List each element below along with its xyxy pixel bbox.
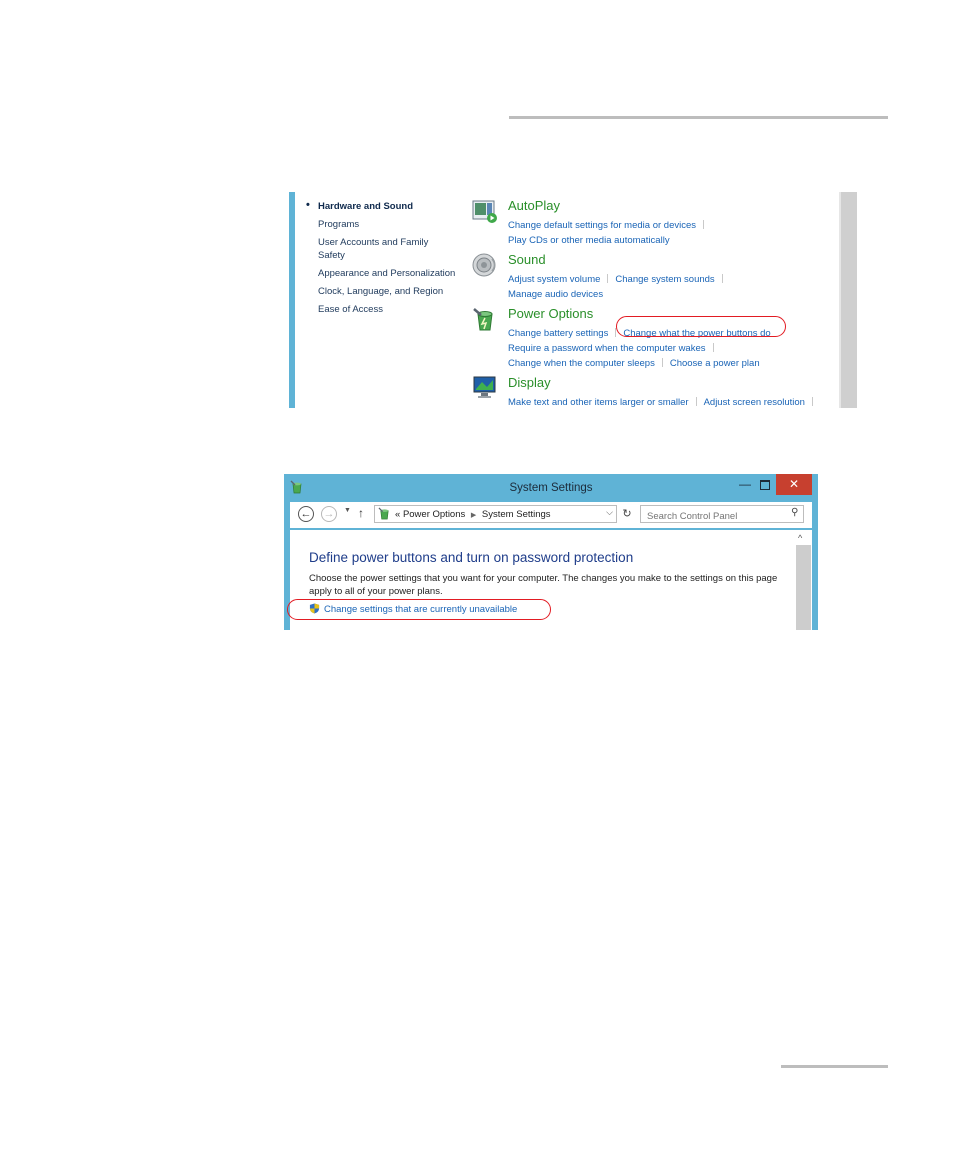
nav-item-appearance[interactable]: Appearance and Personalization: [318, 267, 457, 280]
link-change-battery-settings[interactable]: Change battery settings: [508, 328, 608, 339]
page-description: Choose the power settings that you want …: [309, 573, 778, 597]
breadcrumb-overflow[interactable]: «: [395, 509, 400, 520]
refresh-icon[interactable]: ↻: [619, 506, 635, 522]
scrollbar[interactable]: [839, 192, 857, 408]
search-box: ⚲: [640, 505, 804, 525]
link-change-sleep-time[interactable]: Change when the computer sleeps: [508, 358, 655, 369]
chevron-down-icon[interactable]: ⌵: [606, 507, 613, 518]
link-separator: [703, 220, 704, 229]
nav-item-ease-of-access[interactable]: Ease of Access: [318, 303, 457, 316]
window-border: [289, 192, 295, 408]
breadcrumb-chevron-icon[interactable]: ▶: [471, 512, 476, 519]
speaker-icon: [472, 253, 496, 277]
footer-rule: [781, 1065, 888, 1068]
nav-item-programs[interactable]: Programs: [318, 218, 457, 231]
link-separator: [712, 343, 714, 352]
display-title[interactable]: Display: [508, 375, 551, 390]
sound-title[interactable]: Sound: [508, 252, 546, 267]
forward-arrow-icon[interactable]: →: [321, 506, 337, 522]
power-options-title[interactable]: Power Options: [508, 306, 593, 321]
display-icon: [473, 376, 496, 398]
link-separator: [607, 274, 609, 283]
scroll-thumb[interactable]: [796, 545, 811, 630]
search-icon[interactable]: ⚲: [791, 507, 798, 518]
power-options-icon: [473, 308, 493, 331]
scroll-up-icon[interactable]: ^: [798, 533, 802, 543]
header-rule: [509, 116, 888, 119]
link-separator: [661, 358, 663, 367]
highlight-oval-power-buttons: [616, 316, 786, 337]
link-separator: [695, 397, 697, 406]
autoplay-title[interactable]: AutoPlay: [508, 198, 560, 213]
address-bar[interactable]: « Power Options ▶ System Settings ⌵: [374, 505, 617, 523]
control-panel-screenshot: Hardware and Sound Programs User Account…: [289, 192, 857, 408]
minimize-button[interactable]: —: [735, 474, 755, 494]
link-choose-power-plan[interactable]: Choose a power plan: [670, 358, 760, 369]
breadcrumb-item-system-settings[interactable]: System Settings: [482, 509, 551, 520]
maximize-button[interactable]: [754, 474, 776, 494]
control-panel-nav: Hardware and Sound Programs User Account…: [306, 199, 457, 321]
link-change-default-media-settings[interactable]: Change default settings for media or dev…: [508, 220, 696, 231]
link-require-password-on-wake[interactable]: Require a password when the computer wak…: [508, 343, 706, 354]
recent-locations-chevron-icon[interactable]: ▼: [344, 507, 351, 514]
breadcrumb: « Power Options ▶ System Settings: [395, 509, 551, 520]
search-input[interactable]: [645, 508, 789, 525]
link-make-text-larger[interactable]: Make text and other items larger or smal…: [508, 397, 689, 408]
up-arrow-icon[interactable]: ↑: [358, 506, 364, 520]
link-change-system-sounds[interactable]: Change system sounds: [615, 274, 714, 285]
close-button[interactable]: ✕: [776, 474, 812, 495]
power-options-icon: [378, 507, 389, 520]
highlight-oval-change-settings: [287, 599, 551, 620]
link-play-cds-automatically[interactable]: Play CDs or other media automatically: [508, 235, 670, 246]
navigation-toolbar: ← → ▼ ↑ « Power Options ▶ System Setting…: [290, 502, 812, 528]
link-manage-audio-devices[interactable]: Manage audio devices: [508, 289, 603, 300]
link-separator: [811, 397, 813, 406]
autoplay-icon: [472, 200, 497, 223]
page-title: Define power buttons and turn on passwor…: [309, 550, 634, 565]
system-settings-window: System Settings — ✕ ← → ▼ ↑ « Power Opti…: [284, 474, 818, 630]
link-adjust-screen-resolution[interactable]: Adjust screen resolution: [704, 397, 805, 408]
link-separator: [721, 274, 723, 283]
scrollbar[interactable]: ^: [795, 530, 812, 630]
link-adjust-system-volume[interactable]: Adjust system volume: [508, 274, 600, 285]
nav-item-hardware-and-sound[interactable]: Hardware and Sound: [306, 199, 457, 213]
nav-item-clock-language-region[interactable]: Clock, Language, and Region: [318, 285, 457, 298]
nav-item-user-accounts[interactable]: User Accounts and Family Safety: [318, 236, 457, 262]
title-bar: System Settings — ✕: [284, 474, 818, 502]
back-arrow-icon[interactable]: ←: [298, 506, 314, 522]
breadcrumb-item-power-options[interactable]: Power Options: [403, 509, 465, 520]
